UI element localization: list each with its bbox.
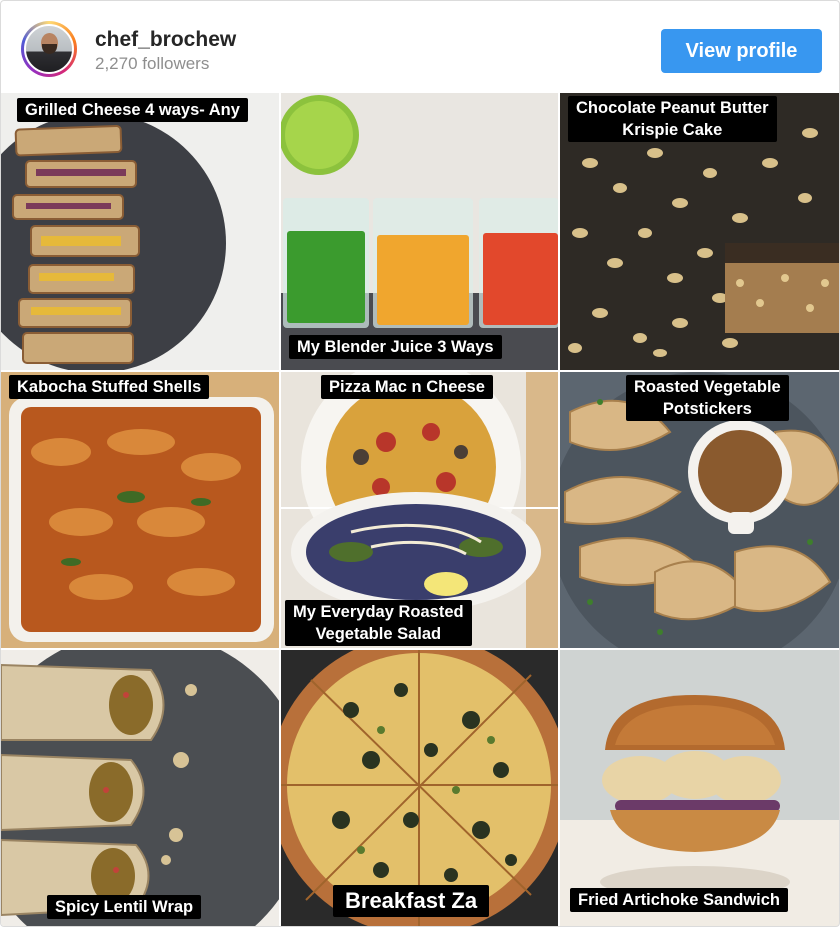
post-caption: Kabocha Stuffed Shells	[9, 375, 210, 399]
post-caption-secondary: My Everyday Roasted Vegetable Salad	[285, 600, 472, 646]
post-tile-artichoke-sandwich[interactable]: Fried Artichoke Sandwich	[560, 650, 839, 926]
post-caption: Breakfast Za	[333, 885, 490, 917]
post-tile-breakfast-za[interactable]: Breakfast Za	[281, 650, 558, 926]
post-caption: Fried Artichoke Sandwich	[570, 888, 789, 912]
artichoke-sandwich-photo	[560, 650, 839, 926]
view-profile-button[interactable]: View profile	[661, 29, 822, 73]
username[interactable]: chef_brochew	[95, 28, 236, 52]
avatar[interactable]	[21, 21, 77, 77]
follower-count: 2,270 followers	[95, 54, 210, 73]
avatar-photo	[24, 24, 74, 74]
post-tile-potstickers[interactable]: Roasted Vegetable Potstickers	[560, 372, 839, 648]
post-grid: Grilled Cheese 4 ways- Any My Blender Ju…	[1, 93, 839, 926]
post-caption: Roasted Vegetable Potstickers	[626, 375, 789, 421]
post-tile-grilled-cheese[interactable]: Grilled Cheese 4 ways- Any	[1, 93, 279, 370]
post-tile-pizza-mac[interactable]: Pizza Mac n Cheese My Everyday Roasted V…	[281, 372, 558, 648]
profile-header: chef_brochew 2,270 followers View profil…	[1, 1, 839, 93]
lentil-wrap-photo	[1, 650, 279, 926]
post-tile-lentil-wrap[interactable]: Spicy Lentil Wrap	[1, 650, 279, 926]
blender-juice-photo	[281, 93, 558, 370]
post-caption: Spicy Lentil Wrap	[47, 895, 202, 919]
post-tile-kabocha-shells[interactable]: Kabocha Stuffed Shells	[1, 372, 279, 648]
post-caption: Pizza Mac n Cheese	[321, 375, 493, 399]
post-tile-krispie-cake[interactable]: Chocolate Peanut Butter Krispie Cake	[560, 93, 839, 370]
kabocha-shells-photo	[1, 372, 279, 648]
profile-embed-card: chef_brochew 2,270 followers View profil…	[0, 0, 840, 927]
post-caption: Grilled Cheese 4 ways- Any	[17, 98, 248, 122]
grilled-cheese-photo	[1, 93, 279, 370]
post-tile-blender-juice[interactable]: My Blender Juice 3 Ways	[281, 93, 558, 370]
post-caption: Chocolate Peanut Butter Krispie Cake	[568, 96, 777, 142]
post-caption: My Blender Juice 3 Ways	[289, 335, 502, 359]
